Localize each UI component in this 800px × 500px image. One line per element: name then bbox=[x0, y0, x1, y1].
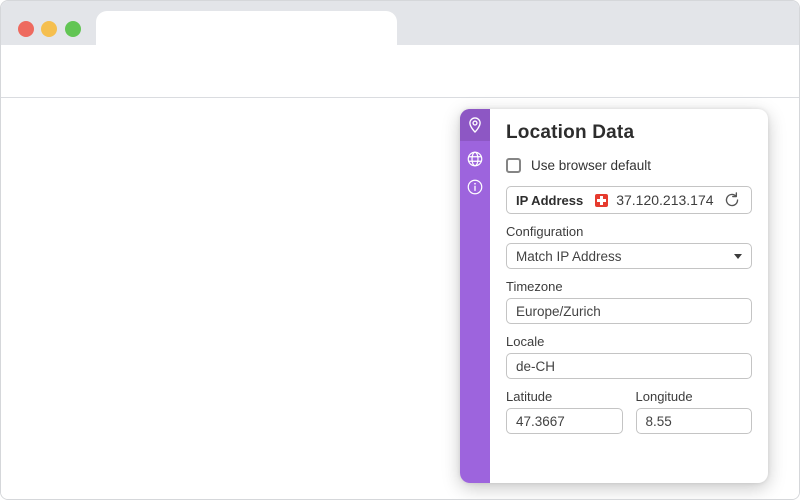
use-browser-default-row[interactable]: Use browser default bbox=[506, 157, 752, 173]
latitude-label: Latitude bbox=[506, 389, 553, 404]
timezone-label: Timezone bbox=[506, 279, 563, 294]
latitude-group: Latitude bbox=[506, 379, 623, 434]
latitude-input[interactable] bbox=[506, 408, 623, 434]
ip-refresh-button[interactable] bbox=[722, 190, 742, 210]
configuration-select[interactable]: Match IP Address bbox=[506, 243, 752, 269]
sidebar-tab-info[interactable] bbox=[460, 173, 490, 201]
timezone-input[interactable] bbox=[506, 298, 752, 324]
tab-strip bbox=[1, 1, 799, 45]
ip-address-label: IP Address bbox=[516, 192, 584, 208]
ip-address-value: 37.120.213.174 bbox=[616, 192, 714, 208]
popup-title: Location Data bbox=[506, 122, 635, 143]
chevron-down-icon bbox=[734, 253, 742, 259]
info-icon bbox=[467, 179, 483, 195]
minimize-window-button[interactable] bbox=[41, 21, 57, 37]
popup-content: Location Data Use browser default IP Add… bbox=[490, 109, 768, 483]
use-browser-default-checkbox[interactable] bbox=[506, 157, 521, 173]
sidebar-tab-globe[interactable] bbox=[460, 145, 490, 173]
configuration-label: Configuration bbox=[506, 224, 584, 239]
lat-long-row: Latitude Longitude bbox=[506, 379, 752, 434]
globe-icon bbox=[467, 151, 483, 167]
sidebar-tab-location[interactable] bbox=[460, 111, 490, 139]
browser-window: Location Data Use browser default IP Add… bbox=[0, 0, 800, 500]
configuration-value: Match IP Address bbox=[516, 248, 622, 264]
browser-tab[interactable] bbox=[96, 11, 397, 45]
swiss-flag-icon bbox=[595, 193, 609, 207]
maximize-window-button[interactable] bbox=[65, 21, 81, 37]
browser-toolbar bbox=[1, 45, 799, 135]
popup-sidebar bbox=[460, 109, 490, 483]
close-window-button[interactable] bbox=[18, 21, 34, 37]
location-pin-icon bbox=[469, 117, 481, 134]
extension-popup: Location Data Use browser default IP Add… bbox=[460, 109, 768, 483]
page-content: Location Data Use browser default IP Add… bbox=[1, 98, 799, 499]
longitude-label: Longitude bbox=[635, 389, 693, 404]
longitude-group: Longitude bbox=[635, 379, 752, 434]
refresh-icon bbox=[725, 192, 739, 207]
longitude-input[interactable] bbox=[635, 408, 752, 434]
locale-label: Locale bbox=[506, 334, 545, 349]
locale-input[interactable] bbox=[506, 353, 752, 379]
ip-address-box: IP Address 37.120.213.174 bbox=[506, 186, 752, 214]
use-browser-default-label: Use browser default bbox=[531, 157, 652, 173]
